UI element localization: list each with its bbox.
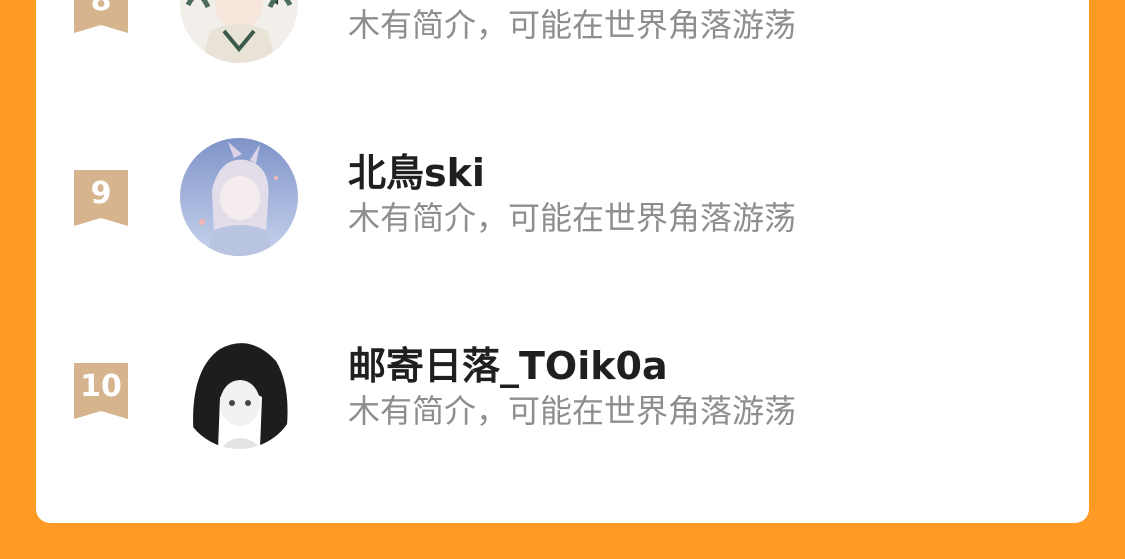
avatar[interactable] [180,138,298,256]
rank-badge: 9 [74,170,128,226]
user-bio: 木有简介，可能在世界角落游荡 [348,6,797,44]
user-bio: 木有简介，可能在世界角落游荡 [348,392,797,430]
rank-number: 9 [90,176,112,211]
user-name[interactable]: 邮寄日落_TOik0a [348,343,668,389]
rank-number: 8 [90,0,112,18]
rank-number: 10 [80,369,122,404]
anime-boy-avatar [180,0,298,63]
anime-girl-blue-avatar [180,138,298,256]
sketch-girl-avatar [180,331,298,449]
avatar[interactable] [180,0,298,63]
user-name[interactable]: 北鳥ski [348,150,485,196]
ranking-row-9[interactable]: 9 北鳥ski 木有简介，可能在世界角落游荡 [36,127,1089,267]
ranking-row-10[interactable]: 10 邮寄日落_TOik0a 木有简介，可能在世界角落游荡 [36,320,1089,460]
ranking-card: 8 木有简介，可能在世界角落游荡 9 北鳥ski 木有简介，可能在世界角落游荡 … [36,0,1089,523]
rank-badge: 8 [74,0,128,33]
avatar[interactable] [180,331,298,449]
rank-badge: 10 [74,363,128,419]
orange-frame: 8 木有简介，可能在世界角落游荡 9 北鳥ski 木有简介，可能在世界角落游荡 … [0,0,1125,559]
ranking-row-8[interactable]: 8 木有简介，可能在世界角落游荡 [36,0,1089,74]
user-bio: 木有简介，可能在世界角落游荡 [348,199,797,237]
